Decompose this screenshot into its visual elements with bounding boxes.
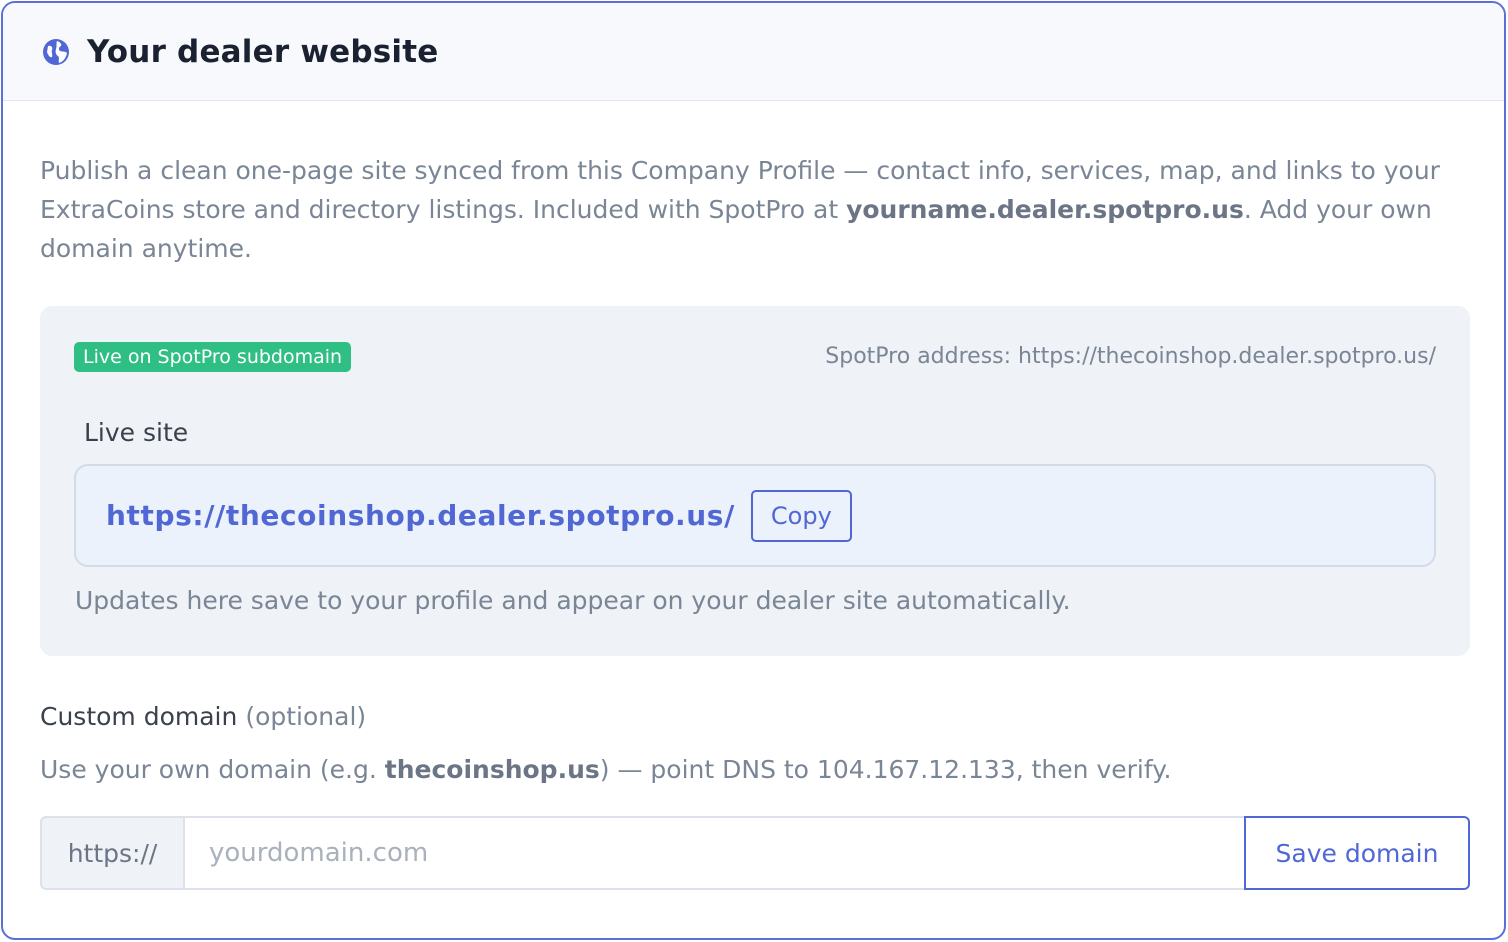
custom-domain-form: https:// Save domain xyxy=(40,816,1470,890)
copy-button[interactable]: Copy xyxy=(750,489,852,542)
updates-note: Updates here save to your profile and ap… xyxy=(75,586,1071,615)
protocol-prefix: https:// xyxy=(40,816,185,890)
live-site-label: Live site xyxy=(84,418,189,447)
custom-domain-title: Custom domain xyxy=(40,702,238,731)
custom-domain-help-after: ) — point DNS to 104.167.12.133, then ve… xyxy=(599,755,1172,784)
default-subdomain: yourname.dealer.spotpro.us xyxy=(846,195,1244,224)
custom-domain-heading: Custom domain (optional) xyxy=(40,702,1467,731)
custom-domain-help-before: Use your own domain (e.g. xyxy=(40,755,385,784)
custom-domain-help: Use your own domain (e.g. thecoinshop.us… xyxy=(40,755,1467,784)
dealer-website-card: Your dealer website Publish a clean one-… xyxy=(1,1,1506,940)
card-header: Your dealer website xyxy=(3,3,1504,101)
live-site-box: https://thecoinshop.dealer.spotpro.us/ C… xyxy=(74,464,1436,567)
status-badge: Live on SpotPro subdomain xyxy=(74,342,352,372)
subdomain-status-panel: Live on SpotPro subdomain SpotPro addres… xyxy=(40,306,1470,656)
intro-text: Publish a clean one-page site synced fro… xyxy=(40,151,1470,268)
spotpro-address: SpotPro address: https://thecoinshop.dea… xyxy=(825,344,1436,369)
example-domain: thecoinshop.us xyxy=(384,755,600,784)
card-body: Publish a clean one-page site synced fro… xyxy=(3,151,1504,890)
domain-input[interactable] xyxy=(185,816,1244,890)
optional-label: (optional) xyxy=(245,702,367,731)
live-site-link[interactable]: https://thecoinshop.dealer.spotpro.us/ xyxy=(106,499,735,532)
save-domain-button[interactable]: Save domain xyxy=(1244,816,1470,890)
globe-icon xyxy=(41,37,71,67)
page-title: Your dealer website xyxy=(87,33,439,70)
